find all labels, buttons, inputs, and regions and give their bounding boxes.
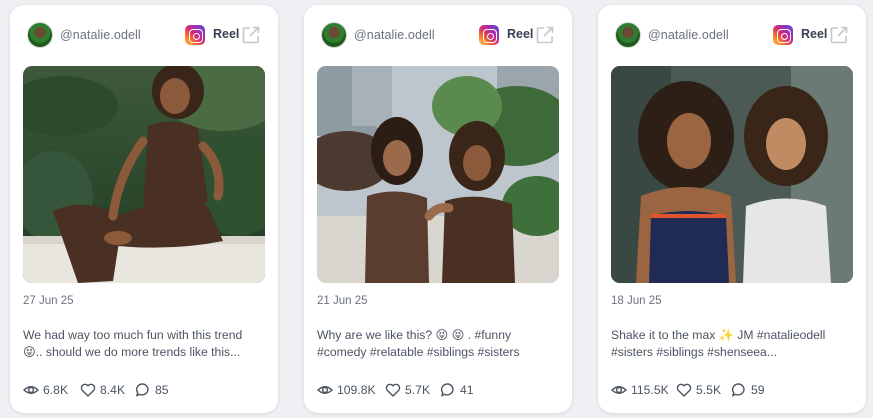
caption-line: Shake it to the max ✨ JM #natalieodell	[611, 328, 826, 342]
likes-count: 5.7K	[405, 383, 431, 397]
username[interactable]: @natalie.odell	[648, 28, 729, 42]
eye-icon	[611, 386, 627, 394]
card-header: @natalie.odell Reel	[10, 20, 278, 50]
heart-icon	[385, 383, 401, 397]
instagram-icon	[479, 25, 499, 45]
comment-icon	[135, 383, 149, 397]
avatar[interactable]	[321, 22, 347, 48]
card-header: @natalie.odell Reel	[598, 20, 866, 50]
username[interactable]: @natalie.odell	[354, 28, 435, 42]
heart-icon	[80, 383, 96, 397]
comments-count: 85	[155, 383, 169, 397]
eye-icon	[23, 386, 39, 394]
comment-icon	[440, 383, 454, 397]
views-count: 109.8K	[337, 383, 376, 397]
likes-count: 5.5K	[696, 383, 722, 397]
external-link-icon[interactable]	[829, 25, 849, 45]
avatar[interactable]	[27, 22, 53, 48]
comments-count: 59	[751, 383, 765, 397]
caption-line: #sisters #siblings #shenseea...	[611, 345, 777, 359]
post-card[interactable]: @natalie.odell Reel	[10, 5, 278, 413]
post-type-label: Reel	[213, 27, 240, 41]
post-caption: Why are we like this? 😝 😝 . #funny #come…	[317, 327, 562, 361]
caption-line: #comedy #relatable #siblings #sisters	[317, 345, 520, 359]
views-count: 6.8K	[43, 383, 69, 397]
post-thumbnail[interactable]	[23, 66, 265, 283]
post-stats: 115.5K 5.5K 59	[611, 381, 858, 399]
likes-count: 8.4K	[100, 383, 126, 397]
card-header: @natalie.odell Reel	[304, 20, 572, 50]
eye-icon	[317, 386, 333, 394]
caption-line: We had way too much fun with this trend	[23, 328, 243, 342]
post-stats: 6.8K 8.4K 85	[23, 381, 270, 399]
avatar[interactable]	[615, 22, 641, 48]
post-date: 21 Jun 25	[317, 295, 368, 307]
external-link-icon[interactable]	[535, 25, 555, 45]
instagram-icon	[185, 25, 205, 45]
heart-icon	[676, 383, 692, 397]
post-type-label: Reel	[801, 27, 828, 41]
views-count: 115.5K	[631, 383, 669, 397]
external-link-icon[interactable]	[241, 25, 261, 45]
username[interactable]: @natalie.odell	[60, 28, 141, 42]
instagram-icon	[773, 25, 793, 45]
post-caption: Shake it to the max ✨ JM #natalieodell #…	[611, 327, 856, 361]
post-card[interactable]: @natalie.odell Reel 18 Jun 25 Shake it t…	[598, 5, 866, 413]
post-thumbnail[interactable]	[317, 66, 559, 283]
post-date: 27 Jun 25	[23, 295, 74, 307]
post-stats: 109.8K 5.7K 41	[317, 381, 564, 399]
comment-icon	[731, 383, 745, 397]
caption-line: Why are we like this? 😝 😝 . #funny	[317, 328, 512, 342]
post-thumbnail[interactable]	[611, 66, 853, 283]
caption-line: 😝.. should we do more trends like this..…	[23, 345, 241, 359]
post-card[interactable]: @natalie.odell Reel	[304, 5, 572, 413]
comments-count: 41	[460, 383, 474, 397]
post-caption: We had way too much fun with this trend …	[23, 327, 268, 361]
post-type-label: Reel	[507, 27, 534, 41]
post-date: 18 Jun 25	[611, 295, 662, 307]
